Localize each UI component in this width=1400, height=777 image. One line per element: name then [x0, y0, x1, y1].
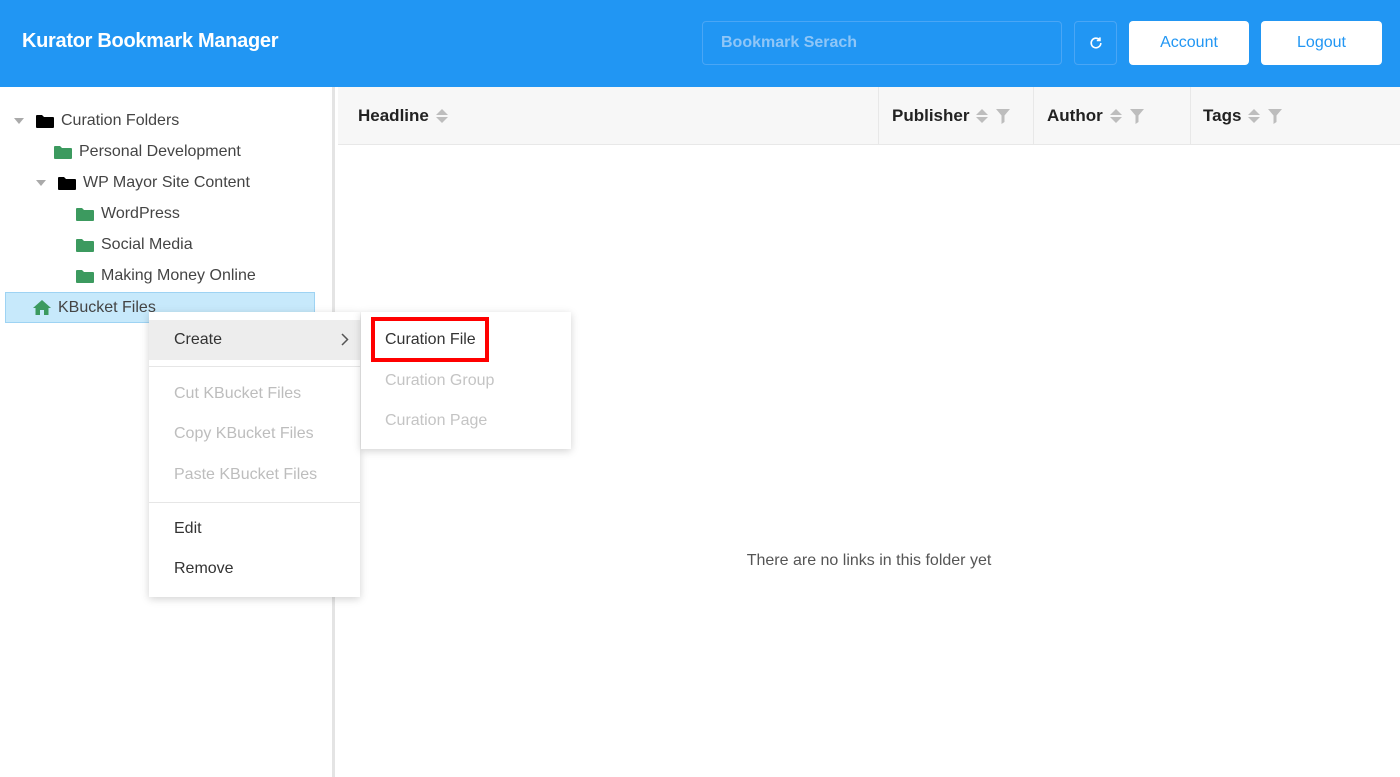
tree-item-label: KBucket Files — [58, 298, 156, 316]
refresh-icon — [1089, 37, 1102, 49]
column-divider — [878, 87, 879, 145]
tree-item-social-media[interactable]: Social Media — [76, 231, 193, 259]
empty-state-message: There are no links in this folder yet — [746, 552, 992, 569]
menu-item-edit[interactable]: Edit — [149, 509, 360, 549]
column-divider — [1033, 87, 1034, 145]
tree-item-label: Curation Folders — [61, 112, 180, 129]
folder-icon — [58, 177, 76, 190]
folder-icon — [54, 146, 72, 159]
filter-icon[interactable] — [1268, 108, 1283, 124]
table-header: Headline Publisher Author Tags — [338, 87, 1400, 145]
menu-item-paste[interactable]: Paste KBucket Files — [149, 455, 360, 495]
tree-item-label: Personal Development — [79, 143, 241, 160]
submenu-item-curation-group[interactable]: Curation Group — [361, 361, 571, 401]
menu-divider — [149, 502, 360, 503]
column-header-publisher[interactable]: Publisher — [892, 87, 1011, 145]
account-button[interactable]: Account — [1129, 21, 1249, 65]
sort-icon[interactable] — [976, 109, 989, 123]
logout-button[interactable]: Logout — [1261, 21, 1382, 65]
refresh-button[interactable] — [1074, 21, 1117, 65]
sort-icon[interactable] — [1248, 109, 1261, 123]
app-header: Kurator Bookmark Manager Account Logout — [0, 0, 1400, 87]
tree-item-wordpress[interactable]: WordPress — [76, 200, 180, 228]
submenu-item-curation-page[interactable]: Curation Page — [361, 401, 571, 441]
menu-item-copy[interactable]: Copy KBucket Files — [149, 414, 360, 454]
folder-icon — [76, 208, 94, 221]
column-header-headline[interactable]: Headline — [358, 87, 448, 145]
tree-item-making-money-online[interactable]: Making Money Online — [76, 262, 256, 290]
sort-icon[interactable] — [1109, 109, 1122, 123]
folder-icon — [76, 239, 94, 252]
menu-item-create[interactable]: Create — [149, 320, 360, 360]
column-divider — [1190, 87, 1191, 145]
expand-caret-icon[interactable] — [14, 118, 24, 124]
home-icon — [33, 300, 51, 315]
chevron-right-icon — [341, 333, 349, 346]
app-title: Kurator Bookmark Manager — [22, 30, 279, 52]
menu-item-remove[interactable]: Remove — [149, 549, 360, 589]
tree-item-label: WordPress — [101, 205, 180, 222]
column-header-tags[interactable]: Tags — [1203, 87, 1283, 145]
bookmark-search-input[interactable] — [702, 21, 1062, 65]
expand-caret-icon[interactable] — [36, 180, 46, 186]
tree-item-wp-mayor-site-content[interactable]: WP Mayor Site Content — [36, 169, 250, 197]
tree-item-label: Making Money Online — [101, 267, 256, 284]
tree-item-label: Social Media — [101, 236, 193, 253]
tree-item-personal-development[interactable]: Personal Development — [54, 138, 241, 166]
folder-icon — [76, 270, 94, 283]
sort-icon[interactable] — [435, 109, 448, 123]
highlight-annotation — [371, 317, 489, 362]
menu-item-cut[interactable]: Cut KBucket Files — [149, 374, 360, 414]
column-header-author[interactable]: Author — [1047, 87, 1144, 145]
menu-divider — [149, 366, 360, 367]
filter-icon[interactable] — [1129, 108, 1144, 124]
tree-item-curation-folders[interactable]: Curation Folders — [14, 107, 179, 135]
context-menu: Create Cut KBucket Files Copy KBucket Fi… — [149, 312, 360, 597]
tree-item-label: WP Mayor Site Content — [83, 174, 250, 191]
filter-icon[interactable] — [996, 108, 1011, 124]
folder-icon — [36, 115, 54, 128]
